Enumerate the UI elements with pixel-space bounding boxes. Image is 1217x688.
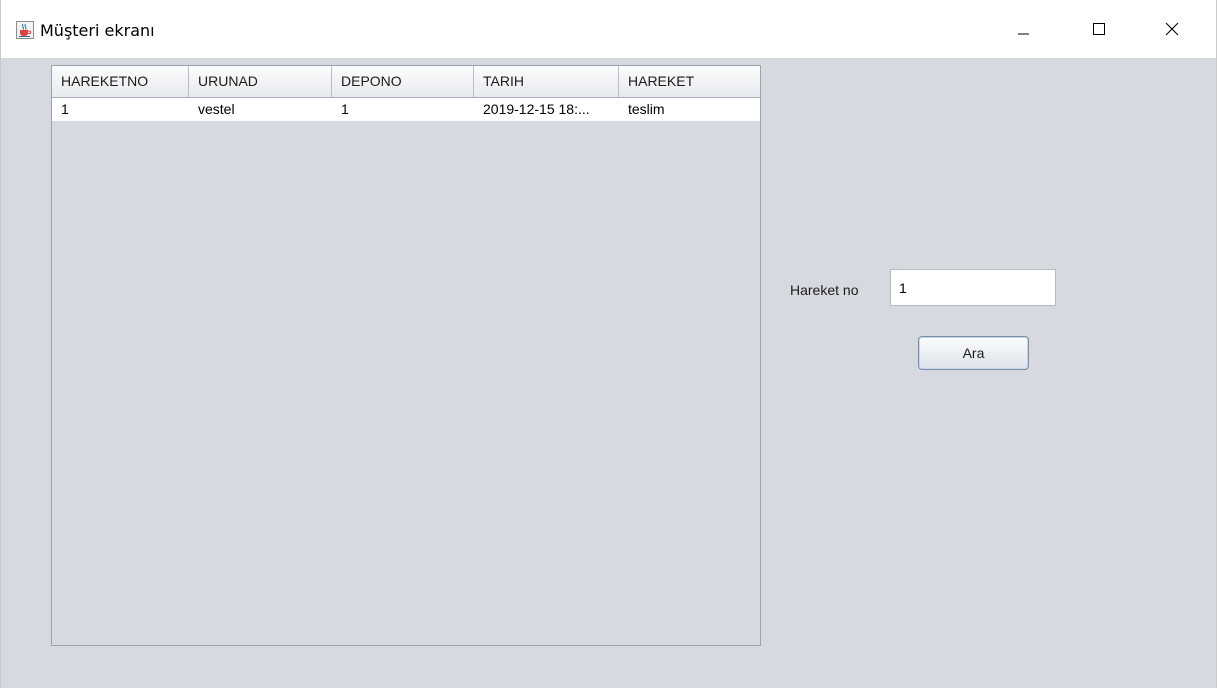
table-cell[interactable]: teslim [619, 98, 760, 121]
java-cup-icon [16, 21, 34, 39]
column-header-urunad[interactable]: URUNAD [189, 66, 332, 97]
app-window: Müşteri ekranı HAREKETNO URUNAD DEPONO T… [0, 0, 1217, 688]
hareket-no-input[interactable] [890, 269, 1056, 306]
ara-button[interactable]: Ara [918, 336, 1029, 370]
table-header: HAREKETNO URUNAD DEPONO TARIH HAREKET [52, 66, 760, 98]
table-cell[interactable]: 2019-12-15 18:... [474, 98, 619, 121]
column-header-tarih[interactable]: TARIH [474, 66, 619, 97]
table-scroll-pane[interactable]: HAREKETNO URUNAD DEPONO TARIH HAREKET 1 … [51, 65, 761, 646]
content-pane: HAREKETNO URUNAD DEPONO TARIH HAREKET 1 … [1, 58, 1216, 688]
column-header-depono[interactable]: DEPONO [332, 66, 474, 97]
table-cell[interactable]: vestel [189, 98, 332, 121]
table-cell[interactable]: 1 [52, 98, 189, 121]
maximize-button[interactable] [1075, 10, 1121, 50]
column-header-hareket[interactable]: HAREKET [619, 66, 760, 97]
table-row[interactable]: 1 vestel 1 2019-12-15 18:... teslim [52, 98, 760, 121]
table-cell[interactable]: 1 [332, 98, 474, 121]
table-body: 1 vestel 1 2019-12-15 18:... teslim [52, 98, 760, 121]
title-bar[interactable]: Müşteri ekranı [1, 0, 1216, 58]
close-button[interactable] [1149, 10, 1195, 50]
column-header-hareketno[interactable]: HAREKETNO [52, 66, 189, 97]
hareket-no-label: Hareket no [790, 282, 859, 298]
minimize-button[interactable] [1000, 10, 1046, 50]
window-title: Müşteri ekranı [40, 21, 155, 40]
